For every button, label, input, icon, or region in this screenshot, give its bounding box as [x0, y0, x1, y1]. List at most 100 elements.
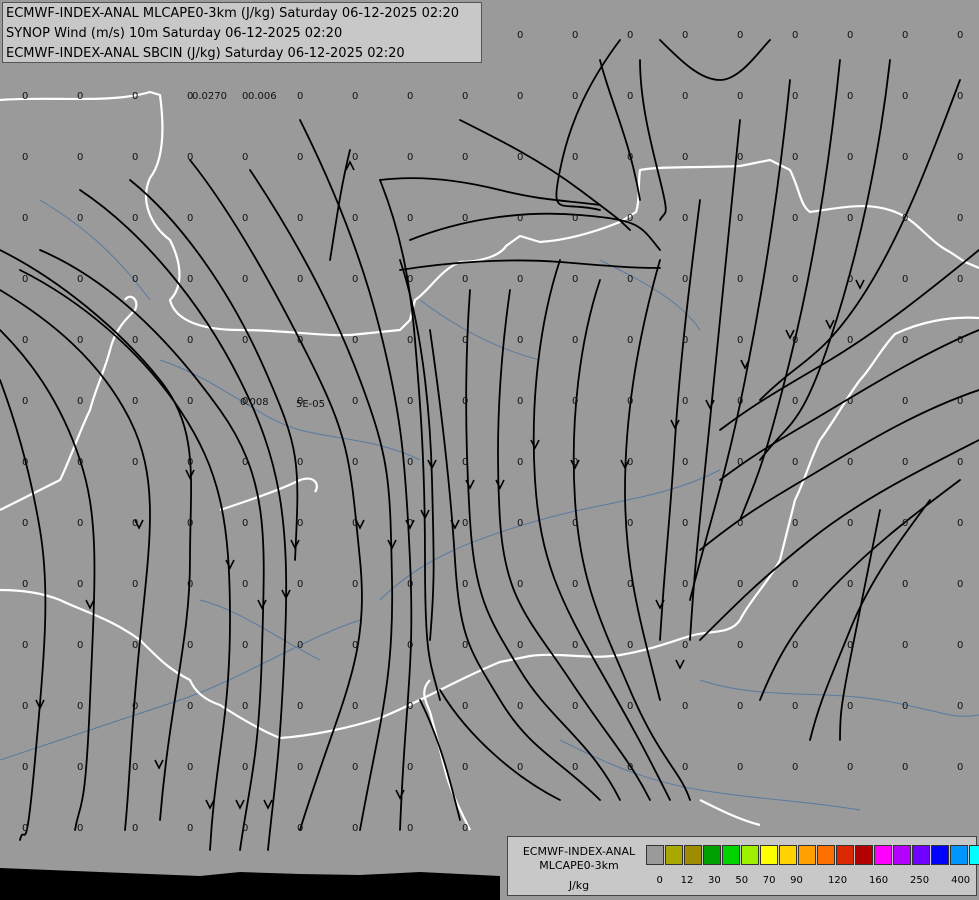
- grid-value: 0: [517, 518, 523, 529]
- grid-value: 0: [22, 640, 28, 651]
- grid-value: 0: [737, 457, 743, 468]
- grid-value: 0: [297, 823, 303, 834]
- grid-value: 0: [517, 335, 523, 346]
- grid-value: 0: [352, 518, 358, 529]
- grid-value: 0: [957, 30, 963, 41]
- grid-value: 0: [352, 762, 358, 773]
- grid-value: 0: [77, 823, 83, 834]
- grid-value: 0: [627, 91, 633, 102]
- grid-value: 0: [957, 335, 963, 346]
- legend-swatch: [912, 845, 930, 865]
- grid-value: 0: [902, 152, 908, 163]
- legend-swatch: [798, 845, 816, 865]
- grid-value: 0: [242, 274, 248, 285]
- legend-swatch: [893, 845, 911, 865]
- grid-value: 0: [902, 335, 908, 346]
- legend-swatch: [855, 845, 873, 865]
- grid-value: 0: [77, 152, 83, 163]
- grid-value: 0: [847, 457, 853, 468]
- grid-value: 0: [517, 396, 523, 407]
- grid-value: 0: [517, 213, 523, 224]
- grid-value: 0: [682, 762, 688, 773]
- grid-value: 0: [517, 762, 523, 773]
- grid-value: 0: [77, 213, 83, 224]
- grid-value: 0: [407, 701, 413, 712]
- grid-value: 0: [297, 518, 303, 529]
- grid-value: 0: [572, 762, 578, 773]
- grid-value: 0: [242, 701, 248, 712]
- grid-value: 0: [132, 213, 138, 224]
- grid-value: 0: [847, 30, 853, 41]
- legend-swatch: [950, 845, 968, 865]
- color-legend: ECMWF-INDEX-ANAL MLCAPE0-3km J/kg 0 12 30 5…: [507, 836, 979, 896]
- grid-value: 0: [682, 701, 688, 712]
- grid-value: 0: [792, 762, 798, 773]
- grid-value: 0: [187, 640, 193, 651]
- grid-value: 0: [572, 91, 578, 102]
- grid-value: 0: [462, 579, 468, 590]
- grid-value: 0: [352, 640, 358, 651]
- grid-value: 0: [572, 274, 578, 285]
- legend-tick-label: 30: [708, 875, 721, 886]
- grid-value: 0: [682, 579, 688, 590]
- grid-value: 0: [242, 335, 248, 346]
- grid-value: 0: [77, 579, 83, 590]
- grid-value: 0: [627, 213, 633, 224]
- grid-value: 0: [572, 701, 578, 712]
- grid-value: 0: [297, 213, 303, 224]
- legend-unit: J/kg: [568, 879, 590, 892]
- grid-value: 0: [22, 701, 28, 712]
- grid-value: 0: [187, 823, 193, 834]
- grid-value: 0: [297, 152, 303, 163]
- grid-value: 0: [572, 335, 578, 346]
- grid-value: 0: [462, 762, 468, 773]
- grid-value: 0: [737, 579, 743, 590]
- grid-value: 0: [627, 30, 633, 41]
- grid-value: 0: [77, 457, 83, 468]
- grid-value: 0: [627, 579, 633, 590]
- grid-value: 0: [22, 762, 28, 773]
- grid-value: 0: [792, 701, 798, 712]
- grid-value: 0: [847, 518, 853, 529]
- grid-value: 0: [187, 396, 193, 407]
- grid-value: 0: [462, 823, 468, 834]
- grid-value: 0: [847, 213, 853, 224]
- grid-value: 0: [462, 518, 468, 529]
- grid-value: 0: [352, 457, 358, 468]
- grid-value: 0: [77, 335, 83, 346]
- legend-tick-label: 50: [735, 875, 749, 886]
- legend-tick-label: 90: [790, 875, 803, 886]
- grid-value: 0: [957, 518, 963, 529]
- grid-value: 0: [572, 457, 578, 468]
- grid-value: 0: [22, 335, 28, 346]
- grid-value: 0: [957, 579, 963, 590]
- grid-value: 0: [902, 91, 908, 102]
- grid-value: 0: [407, 457, 413, 468]
- grid-value: 0: [352, 274, 358, 285]
- grid-value: 0: [352, 701, 358, 712]
- sea-area: [0, 868, 500, 900]
- grid-value: 0: [77, 518, 83, 529]
- grid-value: 0: [462, 701, 468, 712]
- grid-value: 0: [737, 213, 743, 224]
- grid-value: 0: [462, 335, 468, 346]
- grid-value: 0: [407, 335, 413, 346]
- legend-tick-label: 160: [869, 875, 889, 886]
- grid-value: 0: [132, 457, 138, 468]
- grid-value: 0: [22, 91, 28, 102]
- grid-value: 0: [77, 396, 83, 407]
- legend-swatches: [646, 845, 979, 865]
- grid-value: 0: [517, 701, 523, 712]
- grid-value: 0: [957, 91, 963, 102]
- grid-value: 0: [902, 518, 908, 529]
- grid-value: 0: [682, 213, 688, 224]
- grid-value: 0: [627, 762, 633, 773]
- grid-value: 0: [242, 762, 248, 773]
- grid-value: 0: [352, 396, 358, 407]
- grid-value: 0: [737, 396, 743, 407]
- grid-value: 0: [77, 274, 83, 285]
- grid-value: 0: [132, 152, 138, 163]
- grid-value: 0: [847, 396, 853, 407]
- grid-value: 0: [462, 213, 468, 224]
- grid-value: 0: [187, 152, 193, 163]
